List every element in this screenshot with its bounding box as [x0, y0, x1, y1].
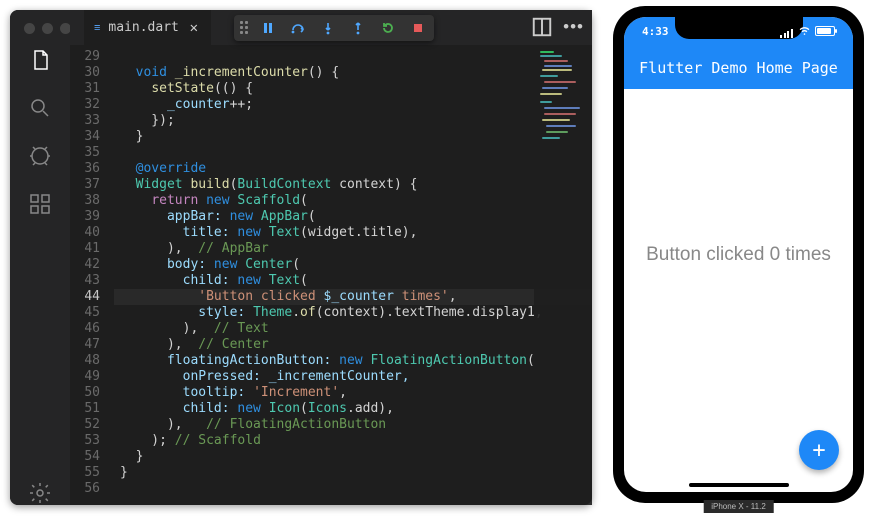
- floating-action-button[interactable]: +: [799, 430, 839, 470]
- files-icon[interactable]: [28, 48, 52, 72]
- tab-main-dart[interactable]: ≡ main.dart ✕: [84, 10, 211, 45]
- tab-bar: ≡ main.dart ✕ •••: [70, 10, 592, 45]
- battery-icon: [815, 26, 835, 36]
- window-traffic-lights[interactable]: [24, 23, 71, 34]
- minimap[interactable]: [534, 45, 592, 505]
- more-actions-button[interactable]: •••: [563, 17, 584, 37]
- step-into-button[interactable]: [318, 18, 338, 38]
- vscode-window: ≡ main.dart ✕ •••: [10, 10, 592, 505]
- tab-label: main.dart: [108, 20, 178, 35]
- stop-button[interactable]: [408, 18, 428, 38]
- extensions-icon[interactable]: [28, 192, 52, 216]
- body-text: Button clicked 0 times: [646, 244, 831, 266]
- phone-screen[interactable]: 4:33 Flutter Demo Home Page Button click…: [624, 17, 853, 492]
- search-icon[interactable]: [28, 96, 52, 120]
- signal-icon: [780, 25, 794, 38]
- ios-simulator: 4:33 Flutter Demo Home Page Button click…: [613, 6, 864, 509]
- status-time: 4:33: [642, 25, 669, 38]
- settings-gear-icon[interactable]: [28, 481, 52, 505]
- add-icon: +: [812, 438, 825, 463]
- split-editor-button[interactable]: [531, 16, 553, 38]
- debug-icon[interactable]: [28, 144, 52, 168]
- dart-file-icon: ≡: [94, 22, 100, 34]
- drag-handle-icon[interactable]: [240, 21, 248, 34]
- restart-button[interactable]: [378, 18, 398, 38]
- status-bar: 4:33: [624, 17, 853, 43]
- simulator-device-label: iPhone X - 11.2: [703, 500, 774, 513]
- pause-button[interactable]: [258, 18, 278, 38]
- step-out-button[interactable]: [348, 18, 368, 38]
- code-editor[interactable]: 2930313233343536373839404142434445464748…: [70, 45, 592, 505]
- debug-toolbar: [234, 15, 434, 41]
- activity-bar: [10, 10, 70, 505]
- close-icon[interactable]: ✕: [187, 21, 201, 35]
- step-over-button[interactable]: [288, 18, 308, 38]
- home-indicator[interactable]: [689, 483, 789, 487]
- wifi-icon: [798, 25, 811, 38]
